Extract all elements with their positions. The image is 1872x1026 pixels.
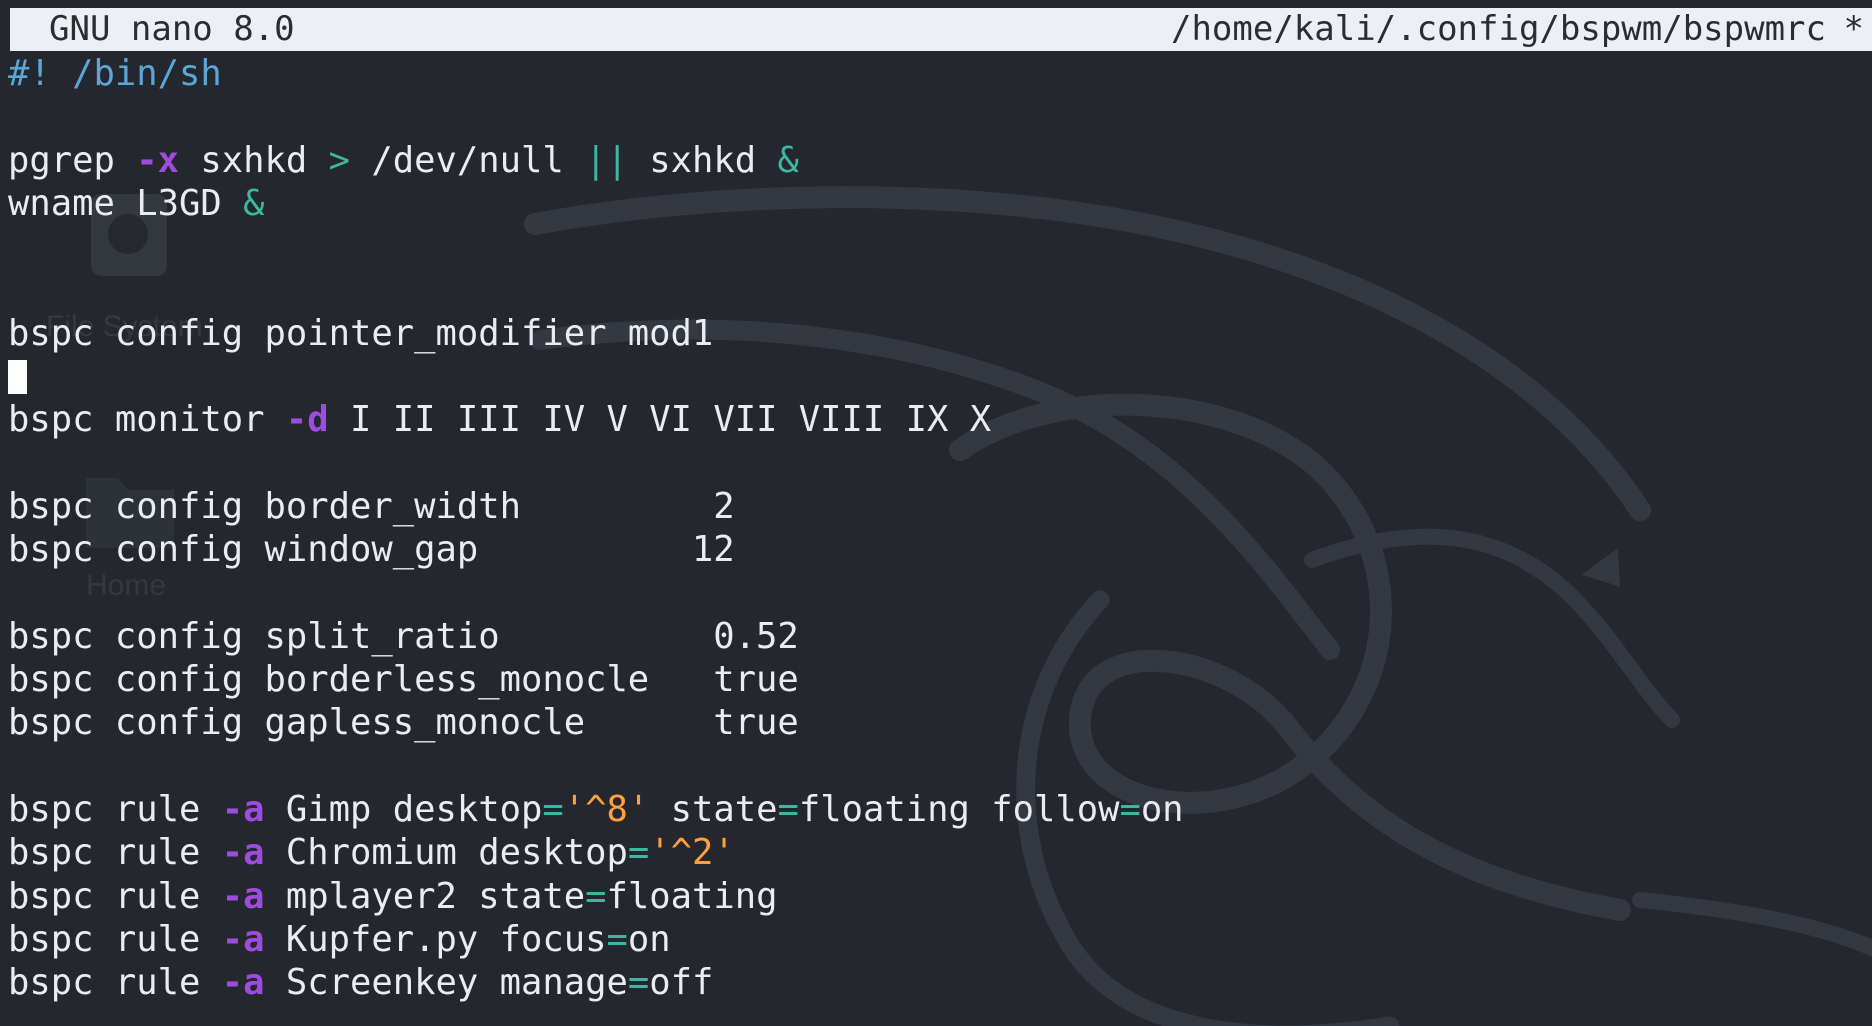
- code-token: -a: [221, 875, 265, 917]
- code-token: -a: [221, 962, 265, 1004]
- code-token: =: [777, 789, 799, 831]
- code-token: bspc config split_ratio 0.52: [8, 615, 799, 657]
- code-token: #! /bin/sh: [8, 53, 222, 94]
- code-token: bspc monitor: [8, 399, 286, 441]
- code-token: &: [243, 182, 265, 224]
- code-token: -a: [221, 789, 265, 831]
- code-token: -x: [136, 139, 179, 181]
- editor-line[interactable]: bspc rule -a Kupfer.py focus=on: [8, 918, 1848, 961]
- text-cursor: [8, 360, 27, 395]
- code-token: /dev/null: [350, 139, 586, 181]
- code-token: floating follow: [798, 789, 1120, 831]
- editor-line[interactable]: [8, 95, 1848, 138]
- editor-line[interactable]: [8, 442, 1848, 485]
- code-token: bspc config gapless_monocle true: [8, 702, 799, 744]
- editor-line[interactable]: #! /bin/sh: [8, 52, 1848, 95]
- file-path: /home/kali/.config/bspwm/bspwmrc: [1170, 9, 1826, 49]
- editor-line[interactable]: [8, 225, 1848, 268]
- code-token: bspc config borderless_monocle true: [8, 659, 799, 701]
- code-token: '^2': [649, 832, 735, 874]
- editor-line[interactable]: bspc config window_gap 12: [8, 528, 1848, 571]
- code-token: -d: [285, 399, 329, 441]
- code-token: bspc rule: [8, 962, 222, 1004]
- code-token: pgrep: [8, 139, 137, 181]
- code-token: bspc rule: [8, 789, 222, 831]
- code-token: bspc rule: [8, 918, 222, 960]
- code-token: =: [542, 789, 564, 831]
- code-token: mplayer2 state: [264, 875, 586, 917]
- editor-line[interactable]: [8, 745, 1848, 788]
- editor-line[interactable]: bspc rule -a mplayer2 state=floating: [8, 875, 1848, 918]
- editor-line[interactable]: bspc config border_width 2: [8, 485, 1848, 528]
- code-token: &: [777, 139, 799, 181]
- code-token: >: [328, 139, 350, 181]
- code-token: floating: [606, 875, 778, 917]
- code-token: ||: [585, 139, 628, 181]
- editor-line[interactable]: bspc config gapless_monocle true: [8, 701, 1848, 744]
- editor-line[interactable]: bspc rule -a Gimp desktop='^8' state=flo…: [8, 788, 1848, 831]
- code-token: =: [585, 875, 607, 917]
- code-token: Screenkey manage: [264, 962, 628, 1004]
- editor-line[interactable]: wname L3GD &: [8, 182, 1848, 225]
- code-token: wname L3GD: [8, 182, 244, 224]
- code-token: Chromium desktop: [264, 832, 628, 874]
- code-token: bspc rule: [8, 875, 222, 917]
- editor-line[interactable]: bspc monitor -d I II III IV V VI VII VII…: [8, 398, 1848, 441]
- code-token: off: [649, 962, 714, 1004]
- editor-line[interactable]: bspc config borderless_monocle true: [8, 658, 1848, 701]
- editor-line[interactable]: bspc config split_ratio 0.52: [8, 615, 1848, 658]
- code-token: =: [1119, 789, 1141, 831]
- code-token: =: [606, 918, 628, 960]
- code-token: on: [627, 918, 671, 960]
- terminal-window[interactable]: File System Home GNU nano 8.0 /home/kali…: [0, 0, 1872, 1026]
- code-token: =: [627, 962, 650, 1004]
- code-token: state: [649, 789, 778, 831]
- code-token: -a: [221, 832, 265, 874]
- editor-line[interactable]: [8, 268, 1848, 311]
- editor-line[interactable]: pgrep -x sxhkd > /dev/null || sxhkd &: [8, 139, 1848, 182]
- code-token: Gimp desktop: [264, 789, 543, 831]
- modified-marker: *: [1843, 9, 1864, 49]
- code-token: bspc config window_gap 12: [8, 529, 735, 571]
- editor-line[interactable]: [8, 355, 1848, 398]
- code-token: '^8': [563, 789, 650, 831]
- text-editor-buffer[interactable]: #! /bin/sh pgrep -x sxhkd > /dev/null || …: [8, 52, 1848, 1022]
- code-token: Kupfer.py focus: [264, 918, 607, 960]
- code-token: =: [627, 832, 650, 874]
- code-token: bspc config pointer_modifier mod1: [8, 312, 714, 354]
- code-token: sxhkd: [179, 139, 329, 181]
- code-token: bspc config border_width 2: [8, 485, 735, 527]
- editor-line[interactable]: bspc rule -a Chromium desktop='^2': [8, 831, 1848, 874]
- code-token: bspc rule: [8, 832, 222, 874]
- app-name: GNU nano 8.0: [49, 9, 295, 49]
- editor-line[interactable]: [8, 572, 1848, 615]
- code-token: -a: [221, 918, 265, 960]
- code-token: sxhkd: [627, 139, 778, 181]
- nano-title-bar: GNU nano 8.0 /home/kali/.config/bspwm/bs…: [10, 8, 1872, 51]
- code-token: I II III IV V VI VII VIII IX X: [328, 399, 992, 441]
- code-token: on: [1140, 789, 1184, 831]
- editor-line[interactable]: bspc config pointer_modifier mod1: [8, 312, 1848, 355]
- editor-line[interactable]: bspc rule -a Screenkey manage=off: [8, 961, 1848, 1004]
